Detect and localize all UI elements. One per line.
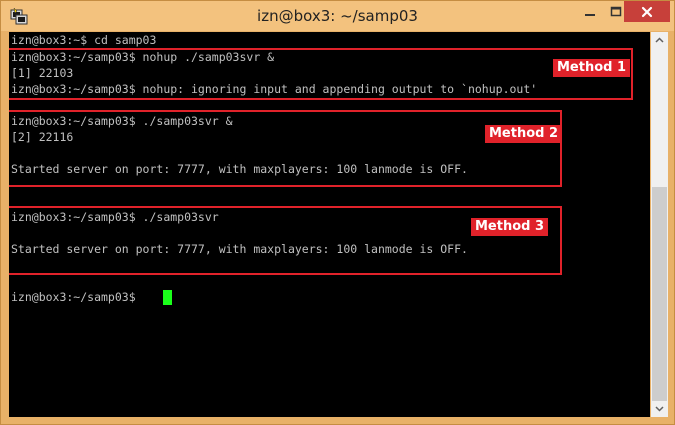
method2-highlight-box <box>9 110 562 187</box>
terminal-prompt: izn@box3:~/samp03$ <box>11 290 143 304</box>
window-title: izn@box3: ~/samp03 <box>257 7 418 25</box>
vertical-scrollbar[interactable] <box>651 32 668 417</box>
close-icon <box>641 6 653 17</box>
terminal-line: izn@box3:~$ cd samp03 <box>11 33 157 47</box>
scroll-down-button[interactable] <box>651 401 668 417</box>
text-cursor <box>163 290 172 305</box>
scrollbar-thumb[interactable] <box>652 187 667 401</box>
method2-label: Method 2 <box>485 125 563 143</box>
title-bar[interactable]: izn@box3: ~/samp03 <box>1 1 674 31</box>
scroll-up-button[interactable] <box>651 32 668 48</box>
method1-highlight-box <box>9 48 633 100</box>
minimize-icon <box>585 13 595 16</box>
method1-label: Method 1 <box>553 59 631 77</box>
maximize-icon <box>610 6 622 16</box>
method3-highlight-box <box>9 206 562 275</box>
method3-label: Method 3 <box>471 218 549 236</box>
minimize-button[interactable] <box>576 1 604 22</box>
terminal-output[interactable]: izn@box3:~$ cd samp03 izn@box3:~/samp03$… <box>9 32 650 417</box>
chevron-up-icon <box>655 37 664 43</box>
close-button[interactable] <box>624 1 670 22</box>
terminal-window: izn@box3: ~/samp03 izn@box3:~$ cd samp03… <box>0 0 675 425</box>
chevron-down-icon <box>655 406 664 412</box>
